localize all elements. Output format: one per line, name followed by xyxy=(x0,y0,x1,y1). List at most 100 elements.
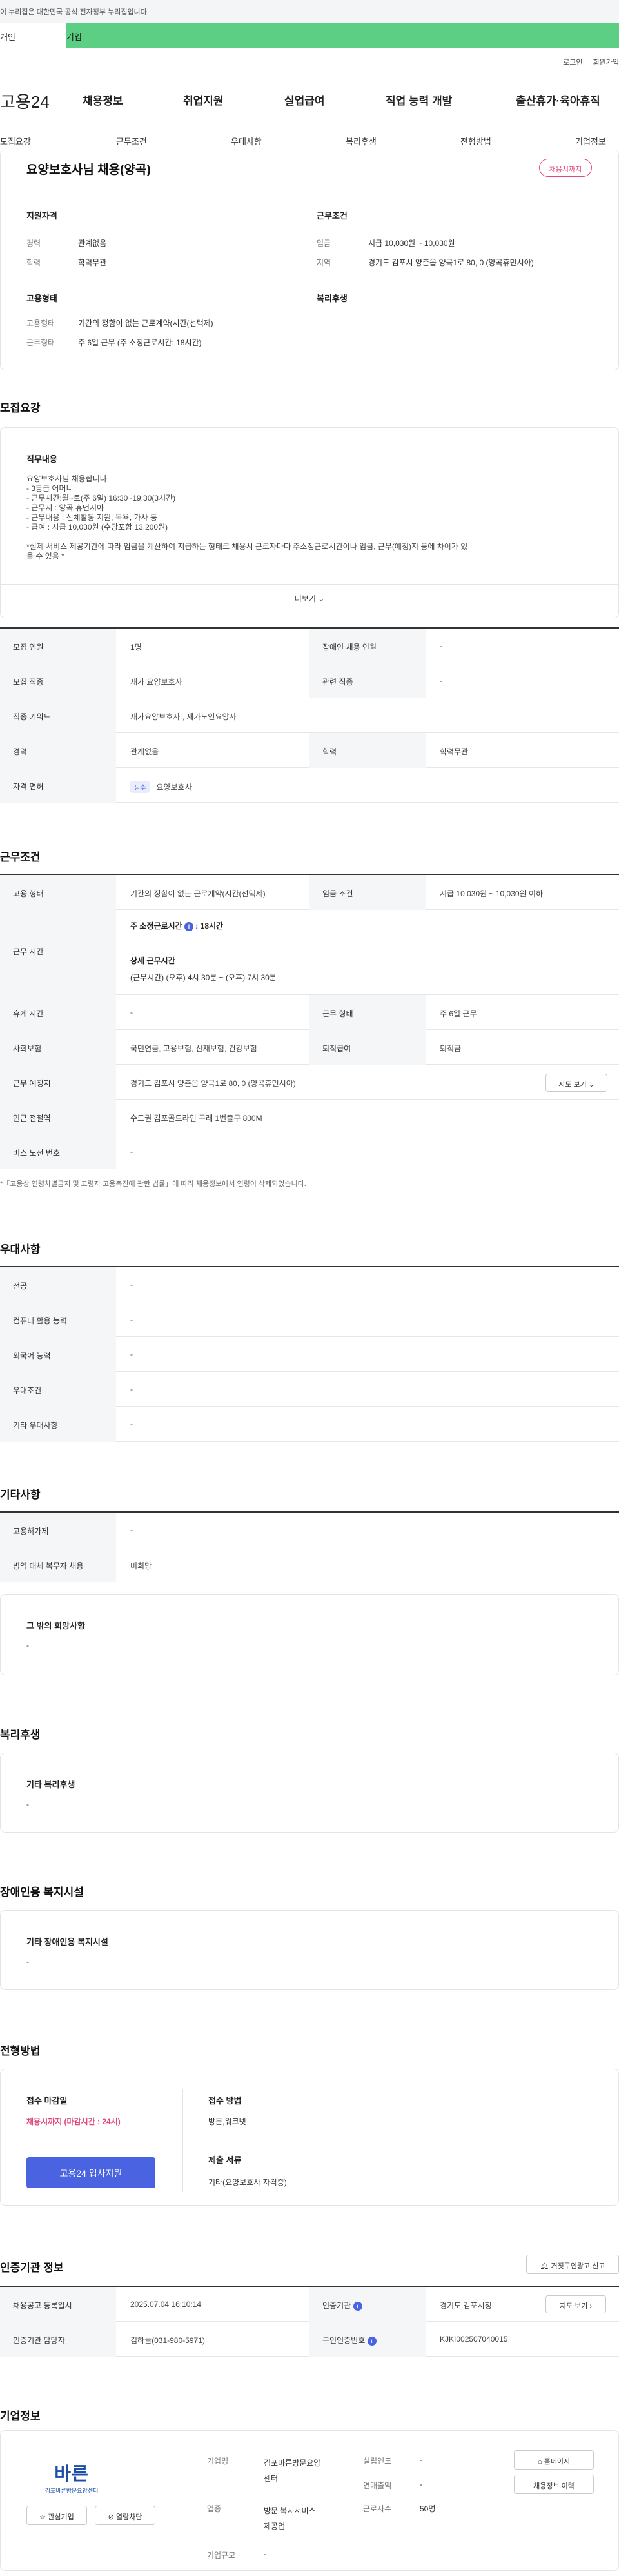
age-note: *「고용상 연령차별금지 및 고령자 고용촉진에 관한 법률」에 따라 채용정보… xyxy=(0,1180,306,1188)
section-heading-recruit: 모집요강 xyxy=(0,402,41,414)
company-label: 기업명 xyxy=(207,2457,229,2466)
row-label: 버스 노선 번호 xyxy=(0,1134,116,1169)
subnav-recruit[interactable]: 모집요강 xyxy=(0,135,31,147)
summary-card: 요양보호사님 채용(양곡) 채용시까지 지원자격 경력 관계없음 학력 학력무관… xyxy=(0,150,619,370)
agency-map-button[interactable]: 지도 보기 › xyxy=(545,2295,606,2313)
company-value: - xyxy=(420,2480,422,2489)
row-label: 근무 예정지 xyxy=(0,1065,116,1100)
info-icon[interactable]: i xyxy=(367,2337,377,2346)
favorite-company-button[interactable]: ☆ 관심기업 xyxy=(26,2506,87,2525)
row-label: 인증기관 담당자 xyxy=(0,2322,116,2357)
row-value: - xyxy=(440,676,442,685)
cond-label: 지역 xyxy=(317,258,331,267)
qual-value: 학력무관 xyxy=(78,258,107,267)
signup-link[interactable]: 회원가입 xyxy=(593,59,619,66)
table-row: 외국어 능력 - xyxy=(0,1337,619,1372)
disab-box-value: - xyxy=(26,1957,29,1966)
row-value: KJKI002507040015 xyxy=(440,2335,508,2344)
desc-line: *실제 서비스 제공기간에 따라 임금을 계산하여 지급하는 형태로 채용시 근… xyxy=(26,542,468,551)
login-link[interactable]: 로그인 xyxy=(563,59,582,66)
table-row: 근무 예정지 경기도 김포시 양촌읍 양곡1로 80, 0 (양곡휴먼시아) 지도 … xyxy=(0,1065,619,1100)
info-icon[interactable]: i xyxy=(353,2302,362,2311)
gnb-leave[interactable]: 출산휴가·육아휴직 xyxy=(516,92,600,108)
homepage-label: 홈페이지 xyxy=(544,2458,571,2466)
detail-hours-value: (근무시간) (오후) 4시 30분 ~ (오후) 7시 30분 xyxy=(130,973,277,982)
chevron-down-icon: ⌄ xyxy=(318,594,325,603)
section-heading-process: 전형방법 xyxy=(0,2045,41,2057)
cond-value: 경기도 김포시 양촌읍 양곡1로 80, 0 (양곡휴먼시아) xyxy=(368,258,534,267)
subnav-process[interactable]: 전형방법 xyxy=(460,135,491,147)
row-label: 임금 조건 xyxy=(310,875,426,910)
row-value: 학력무관 xyxy=(440,747,469,756)
deadline-value: 채용시까지 (마감시간 : 24시) xyxy=(26,2117,121,2126)
row-label: 병역 대체 복무자 채용 xyxy=(0,1547,116,1582)
section-heading-company: 기업정보 xyxy=(0,2410,41,2422)
company-value: 방문 복지서비스 제공업 xyxy=(264,2503,316,2534)
history-button[interactable]: 채용정보 이력 xyxy=(514,2475,594,2494)
row-label: 장애인 채용 인원 xyxy=(310,629,426,663)
section-heading-welfare: 복리후생 xyxy=(0,1729,41,1741)
table-row: 휴게 시간 - 근무 형태 주 6일 근무 xyxy=(0,995,619,1030)
row-value: 비희망 xyxy=(130,1562,152,1571)
gnb-employment-support[interactable]: 취업지원 xyxy=(183,92,224,108)
tab-company[interactable]: 기업 xyxy=(66,23,619,48)
etc-wish-title: 그 밖의 희망사항 xyxy=(26,1621,85,1631)
type-value: 기간의 정함이 없는 근로계약(시간(선택제) xyxy=(78,319,213,328)
row-label: 모집 직종 xyxy=(0,663,116,698)
table-row: 채용공고 등록일시 2025.07.04 16:10:14 인증기관 i 경기도 김포… xyxy=(0,2287,619,2322)
row-label: 자격 면허 xyxy=(0,768,116,803)
etc-wish-box: 그 밖의 희망사항 - xyxy=(0,1594,619,1675)
block-button[interactable]: ⊘ 열람차단 xyxy=(95,2506,155,2525)
cert-label: 구인인증번호 xyxy=(322,2336,366,2345)
etc-wish-value: - xyxy=(26,1641,29,1650)
more-button[interactable]: 더보기 ⌄ xyxy=(1,593,618,604)
qual-label: 학력 xyxy=(26,258,41,267)
subnav-pref[interactable]: 우대사항 xyxy=(231,135,262,147)
more-label: 더보기 xyxy=(294,594,316,603)
license-name: 요양보호사 xyxy=(156,783,192,792)
cond-title: 근무조건 xyxy=(317,211,348,221)
apply-button[interactable]: 고용24 입사지원 xyxy=(26,2157,155,2188)
tab-personal[interactable]: 개인 xyxy=(0,23,66,48)
table-row: 버스 노선 번호 - xyxy=(0,1134,619,1169)
table-row: 기타 우대사항 - xyxy=(0,1407,619,1442)
table-row: 직종 키워드 재가요양보호사 , 재가노인요양사 xyxy=(0,698,619,733)
company-card: 바른 김포바른방문요양센터 ☆ 관심기업 ⊘ 열람차단 기업명 김포바른방문요양… xyxy=(0,2430,619,2571)
row-label: 근무 형태 xyxy=(310,995,426,1030)
logo-mark: 바른 xyxy=(54,2464,89,2484)
row-label: 우대조건 xyxy=(0,1372,116,1407)
row-label: 퇴직급여 xyxy=(310,1030,426,1065)
gnb-unemployment[interactable]: 실업급여 xyxy=(284,92,325,108)
row-label: 인근 전철역 xyxy=(0,1100,116,1134)
site-logo[interactable]: 고용24 xyxy=(0,89,50,113)
info-icon[interactable]: i xyxy=(184,922,193,931)
weekly-hours: 주 소정근로시간 i : 18시간 xyxy=(130,921,224,931)
subnav-company[interactable]: 기업정보 xyxy=(575,135,606,147)
row-value: 재가 요양보호사 xyxy=(130,678,182,687)
method-title: 접수 방법 xyxy=(208,2096,242,2106)
company-label: 설립연도 xyxy=(363,2457,392,2466)
type-label: 근무형태 xyxy=(26,338,55,347)
homepage-button[interactable]: ⌂ 홈페이지 xyxy=(514,2450,594,2470)
row-label: 근무 시간 xyxy=(0,910,116,995)
user-type-tabs: 개인 기업 xyxy=(0,23,619,48)
table-row: 모집 인원 1명 장애인 채용 인원 - xyxy=(0,629,619,663)
subnav-welfare[interactable]: 복리후생 xyxy=(346,135,377,147)
row-value: - xyxy=(130,1385,133,1394)
map-button[interactable]: 지도 보기 ⌄ xyxy=(545,1074,607,1092)
chevron-down-icon: ⌄ xyxy=(588,1081,594,1089)
subnav-work[interactable]: 근무조건 xyxy=(116,135,147,147)
gnb-training[interactable]: 직업 능력 개발 xyxy=(386,92,452,108)
weekly-value: 18시간 xyxy=(200,921,224,931)
company-value: 50명 xyxy=(420,2504,436,2513)
row-value: - xyxy=(130,1420,133,1429)
row-value: - xyxy=(130,1147,133,1156)
row-value: 주 6일 근무 xyxy=(440,1009,477,1018)
report-button[interactable]: 🔔︎ 거짓구인광고 신고 xyxy=(526,2255,619,2274)
docs-title: 제출 서류 xyxy=(208,2155,242,2165)
gnb-jobs[interactable]: 채용정보 xyxy=(83,92,123,108)
company-value: 김포바른방문요양 센터 xyxy=(264,2455,320,2486)
row-label: 외국어 능력 xyxy=(0,1337,116,1372)
method-value: 방문,워크넷 xyxy=(208,2117,246,2126)
map-label: 지도 보기 xyxy=(558,1081,587,1089)
